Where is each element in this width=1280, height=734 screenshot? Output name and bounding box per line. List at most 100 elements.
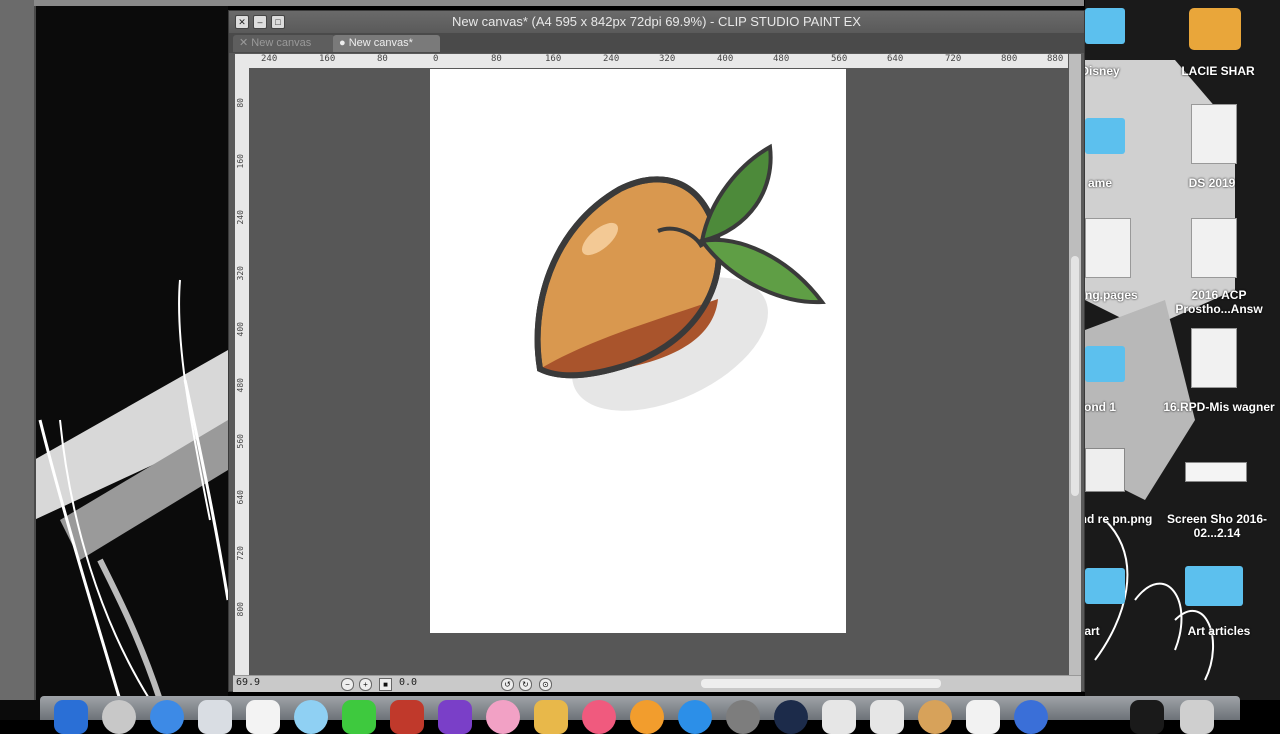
tab-dot-icon[interactable]: ● — [339, 37, 349, 49]
image-icon[interactable] — [1085, 448, 1125, 492]
system-preferences-icon[interactable] — [726, 700, 760, 734]
zoom-level[interactable]: 69.9 — [236, 677, 260, 688]
ruler-label: 400 — [236, 322, 245, 337]
desktop-item-label[interactable]: Art articles — [1159, 624, 1279, 638]
close-tab-icon[interactable]: ✕ — [239, 37, 251, 49]
desktop-background-right: Disney LACIE SHAR ame DS 2019 ang.pages … — [1085, 0, 1280, 700]
desktop-item-label[interactable]: Screen Sho 2016-02...2.14 — [1155, 512, 1279, 540]
folder-icon[interactable] — [1085, 118, 1125, 154]
document-icon[interactable] — [1085, 218, 1131, 278]
ruler-label: 720 — [945, 54, 962, 64]
desktop-item-label[interactable]: Brand re pn.png — [1085, 512, 1161, 526]
steam-icon[interactable] — [774, 700, 808, 734]
rotation-angle[interactable]: 0.0 — [399, 677, 417, 688]
photo-booth-icon[interactable] — [390, 700, 424, 734]
ruler-label: 640 — [887, 54, 904, 64]
folder-icon[interactable] — [1085, 568, 1125, 604]
document-icon[interactable] — [1191, 328, 1237, 388]
canvas-viewport[interactable] — [249, 68, 1069, 675]
desktop-item-label[interactable]: Disney — [1085, 64, 1155, 78]
ruler-label: 240 — [603, 54, 620, 64]
desktop-item-label[interactable]: ond 1 — [1085, 400, 1155, 414]
ruler-label: 560 — [236, 434, 245, 449]
trash-icon[interactable] — [1180, 700, 1214, 734]
ruler-label: 800 — [1001, 54, 1018, 64]
reset-rotation-icon[interactable]: ⊙ — [539, 678, 552, 691]
ruler-label: 560 — [831, 54, 848, 64]
ruler-label: 240 — [236, 210, 245, 225]
messages-icon[interactable] — [294, 700, 328, 734]
ruler-label: 800 — [236, 602, 245, 617]
desktop-item-label[interactable]: 2016 ACP Prostho...Answ — [1159, 288, 1279, 316]
music-icon[interactable] — [582, 700, 616, 734]
desktop-item-label[interactable]: ang.pages — [1085, 288, 1163, 302]
folder-icon[interactable] — [1085, 346, 1125, 382]
tab-new-canvas-active[interactable]: ● New canvas* — [333, 35, 440, 52]
dock — [40, 696, 1240, 734]
preview-icon[interactable] — [534, 700, 568, 734]
finder-icon[interactable] — [54, 700, 88, 734]
vertical-ruler: 80 160 240 320 400 480 560 640 720 800 — [235, 68, 250, 675]
zoom-out-icon[interactable]: − — [341, 678, 354, 691]
app-toolbar-strip — [34, 0, 1084, 6]
window-title: New canvas* (A4 595 x 842px 72dpi 69.9%)… — [452, 14, 861, 29]
desktop-item-label[interactable]: LACIE SHAR — [1163, 64, 1273, 78]
tab-label: New canvas* — [348, 37, 413, 49]
mail-icon[interactable] — [198, 700, 232, 734]
clip-studio-icon[interactable] — [822, 700, 856, 734]
safari-icon[interactable] — [150, 700, 184, 734]
desktop-item-label[interactable]: art — [1085, 624, 1147, 638]
zoom-in-icon[interactable]: + — [359, 678, 372, 691]
document-icon[interactable] — [1191, 104, 1237, 164]
app-icon[interactable] — [918, 700, 952, 734]
books-icon[interactable] — [630, 700, 664, 734]
desktop-item-label[interactable]: ame — [1085, 176, 1155, 190]
ruler-label: 320 — [236, 266, 245, 281]
folder-icon[interactable] — [1185, 566, 1243, 606]
ruler-label: 160 — [319, 54, 336, 64]
app-store-icon[interactable] — [678, 700, 712, 734]
launchpad-icon[interactable] — [102, 700, 136, 734]
imovie-icon[interactable] — [438, 700, 472, 734]
ruler-label: 160 — [545, 54, 562, 64]
ruler-label: 720 — [236, 546, 245, 561]
tab-label: New canvas — [251, 37, 312, 49]
ruler-label: 160 — [236, 154, 245, 169]
ruler-label: 80 — [236, 98, 245, 108]
fit-view-icon[interactable]: ■ — [379, 678, 392, 691]
rotate-right-icon[interactable]: ↻ — [519, 678, 532, 691]
app-window: ✕ – □ New canvas* (A4 595 x 842px 72dpi … — [228, 10, 1085, 692]
ruler-label: 400 — [717, 54, 734, 64]
ruler-label: 640 — [236, 490, 245, 505]
calendar-icon[interactable] — [246, 700, 280, 734]
document-icon[interactable] — [1191, 218, 1237, 278]
vertical-scroll-thumb[interactable] — [1071, 256, 1079, 496]
ruler-label: 240 — [261, 54, 278, 64]
photos-icon[interactable] — [486, 700, 520, 734]
folder-icon[interactable] — [1085, 8, 1125, 44]
ruler-label: 480 — [773, 54, 790, 64]
ruler-label: 320 — [659, 54, 676, 64]
desktop-item-label[interactable]: DS 2019 — [1157, 176, 1267, 190]
terminal-icon[interactable] — [1130, 700, 1164, 734]
downloads-icon[interactable] — [1014, 700, 1048, 734]
drawing-canvas[interactable] — [430, 69, 846, 633]
facetime-icon[interactable] — [342, 700, 376, 734]
title-bar[interactable]: ✕ – □ New canvas* (A4 595 x 842px 72dpi … — [229, 11, 1084, 33]
horizontal-scroll-thumb[interactable] — [701, 679, 941, 688]
ruler-label: 0 — [433, 54, 439, 64]
ruler-label: 880 — [1047, 54, 1064, 64]
ruler-label: 80 — [377, 54, 388, 64]
document-dock-icon[interactable] — [966, 700, 1000, 734]
drive-icon[interactable] — [1189, 8, 1241, 50]
window-edge — [0, 0, 36, 700]
horizontal-ruler: 240 160 80 0 80 160 240 320 400 480 560 … — [235, 54, 1068, 69]
ruler-label: 480 — [236, 378, 245, 393]
clip-studio-paint-icon[interactable] — [870, 700, 904, 734]
fruit-illustration — [534, 143, 826, 411]
image-icon[interactable] — [1185, 462, 1247, 482]
tab-new-canvas[interactable]: ✕ New canvas — [233, 35, 335, 52]
desktop-item-label[interactable]: 16.RPD-Mis wagner — [1159, 400, 1279, 414]
rotate-left-icon[interactable]: ↺ — [501, 678, 514, 691]
status-bar: 69.9 − + ■ 0.0 ↺ ↻ ⊙ — [233, 675, 1081, 692]
